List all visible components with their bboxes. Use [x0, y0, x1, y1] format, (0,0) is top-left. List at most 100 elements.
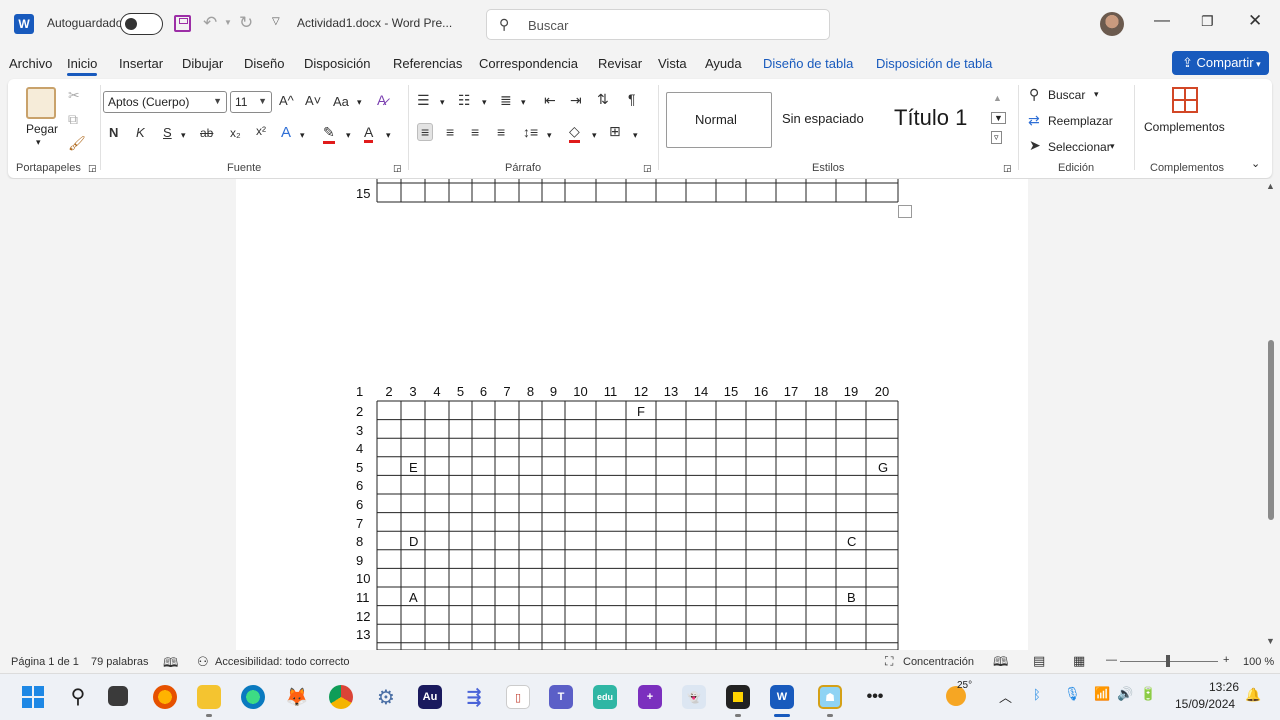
align-center-icon[interactable]: ≡ — [446, 124, 454, 140]
search-icon[interactable]: ⚲ — [66, 684, 90, 708]
text-effects-icon[interactable]: A — [281, 124, 291, 141]
word-count[interactable]: 79 palabras — [91, 656, 149, 668]
replace-button[interactable]: Reemplazar — [1048, 114, 1113, 128]
tab-vista[interactable]: Vista — [658, 56, 687, 71]
zoom-slider-thumb[interactable] — [1166, 655, 1170, 667]
restore-icon[interactable]: ❐ — [1201, 13, 1214, 30]
page-count[interactable]: Página 1 de 1 — [11, 656, 79, 668]
accessibility-status[interactable]: Accesibilidad: todo correcto — [215, 656, 350, 668]
numbering-icon[interactable]: ☷ — [458, 92, 471, 109]
shrink-font-icon[interactable]: A˅ — [305, 93, 321, 108]
accessibility-icon[interactable]: ⚇ — [197, 654, 209, 670]
weather-temp[interactable]: 25° — [957, 680, 972, 691]
tab-revisar[interactable]: Revisar — [598, 56, 642, 71]
chevron-down-icon[interactable]: ▾ — [1094, 89, 1099, 100]
select-icon[interactable]: ➤ — [1029, 137, 1041, 154]
tab-inicio[interactable]: Inicio — [67, 56, 98, 76]
sort-icon[interactable]: ⇅ — [597, 91, 609, 108]
minimize-icon[interactable]: — — [1154, 12, 1170, 30]
zoom-in-icon[interactable]: + — [1223, 654, 1229, 666]
font-name-select[interactable]: Aptos (Cuerpo) ▼ — [103, 91, 227, 113]
add-ins-icon[interactable] — [1172, 87, 1198, 113]
tab-dibujar[interactable]: Dibujar — [182, 56, 223, 71]
bold-button[interactable]: N — [109, 125, 118, 140]
grow-font-icon[interactable]: A^ — [279, 93, 294, 108]
paste-button[interactable]: Pegar — [26, 122, 58, 136]
firefox-icon[interactable] — [153, 685, 177, 709]
subscript-button[interactable]: x₂ — [230, 126, 241, 140]
dialog-launcher-icon[interactable]: ◲ — [88, 163, 97, 174]
notifications-icon[interactable]: 🔔 — [1245, 687, 1261, 703]
chevron-down-icon[interactable]: ▾ — [547, 130, 552, 141]
chevron-down-icon[interactable]: ▾ — [592, 130, 597, 141]
word-taskbar-icon[interactable]: W — [770, 685, 794, 709]
tray-overflow-icon[interactable]: ︿ — [999, 687, 1012, 706]
italic-button[interactable]: K — [136, 125, 145, 140]
reader-icon[interactable]: ▯ — [506, 685, 530, 709]
style-titulo-1[interactable]: Título 1 — [888, 92, 988, 148]
clipchamp-icon[interactable]: + — [638, 685, 662, 709]
print-layout-icon[interactable]: ▤ — [1033, 653, 1045, 669]
tab-archivo[interactable]: Archivo — [9, 56, 52, 71]
chevron-down-icon[interactable]: ▾ — [181, 130, 186, 141]
copy-icon[interactable]: ⧉ — [68, 111, 78, 128]
teams-icon[interactable]: T — [549, 685, 573, 709]
underline-button[interactable]: S — [163, 125, 172, 140]
chevron-down-icon[interactable]: ▾ — [357, 97, 362, 108]
tab-ayuda[interactable]: Ayuda — [705, 56, 742, 71]
web-layout-icon[interactable]: ▦ — [1073, 653, 1085, 669]
format-painter-icon[interactable]: 🖌 — [68, 135, 86, 152]
chevron-down-icon[interactable]: ▾ — [521, 97, 526, 108]
font-size-select[interactable]: 11 ▼ — [230, 91, 272, 113]
superscript-button[interactable]: x² — [256, 124, 266, 138]
scroll-down-icon[interactable]: ▼ — [1266, 636, 1275, 646]
chrome-icon[interactable] — [329, 685, 353, 709]
style-normal[interactable]: Normal — [666, 92, 772, 148]
collapse-ribbon-icon[interactable]: ⌄ — [1251, 157, 1260, 170]
focus-mode[interactable]: Concentración — [903, 656, 974, 668]
tab-insertar[interactable]: Insertar — [119, 56, 163, 71]
edge-icon[interactable] — [241, 685, 265, 709]
decrease-indent-icon[interactable]: ⇤ — [544, 92, 556, 109]
focus-icon[interactable]: ⛶ — [885, 654, 893, 669]
close-icon[interactable]: ✕ — [1248, 11, 1262, 31]
cut-icon[interactable]: ✂ — [68, 87, 80, 104]
ghost-app-icon[interactable]: 👻 — [682, 685, 706, 709]
zoom-out-icon[interactable]: — — [1106, 654, 1117, 666]
find-icon[interactable]: ⚲ — [1029, 86, 1039, 103]
sticky-app-icon[interactable] — [726, 685, 750, 709]
bullets-icon[interactable]: ☰ — [417, 92, 430, 109]
redo-icon[interactable]: ↻ — [239, 13, 253, 33]
chevron-down-icon[interactable]: ▾ — [482, 97, 487, 108]
select-button[interactable]: Seleccionar — [1048, 140, 1111, 154]
zoom-level[interactable]: 100 % — [1243, 656, 1274, 668]
dialog-launcher-icon[interactable]: ◲ — [1003, 163, 1012, 174]
chevron-down-icon[interactable]: ▾ — [346, 130, 351, 141]
wifi-icon[interactable]: 📶 — [1094, 686, 1110, 702]
chevron-down-icon[interactable]: ▾ — [633, 130, 638, 141]
read-mode-icon[interactable]: 🕮 — [993, 653, 1008, 675]
volume-icon[interactable]: 🔊 — [1117, 686, 1133, 702]
paste-icon[interactable] — [26, 87, 56, 119]
chevron-down-icon[interactable]: ▾ — [1110, 141, 1115, 152]
style-sin-espaciado[interactable]: Sin espaciado — [778, 92, 878, 148]
strikethrough-button[interactable]: ab — [200, 126, 213, 140]
battery-icon[interactable]: 🔋 — [1140, 686, 1156, 702]
autosave-toggle[interactable] — [120, 13, 163, 35]
task-view-icon[interactable] — [108, 686, 128, 706]
chevron-down-icon[interactable]: ▾ — [386, 130, 391, 141]
microphone-icon[interactable]: 🎙 — [1064, 686, 1081, 702]
clock-time[interactable]: 13:26 — [1209, 680, 1239, 694]
find-button[interactable]: Buscar — [1048, 88, 1085, 102]
bluetooth-icon[interactable]: ᛒ — [1033, 687, 1041, 702]
photos-icon[interactable]: ☗ — [818, 685, 842, 709]
tab-referencias[interactable]: Referencias — [393, 56, 462, 71]
styles-scroll-down-icon[interactable]: ▼ — [991, 112, 1006, 124]
clock-date[interactable]: 15/09/2024 — [1175, 697, 1235, 711]
power-automate-icon[interactable]: ⇶ — [462, 685, 486, 709]
change-case-icon[interactable]: Aa — [333, 94, 349, 109]
font-color-icon[interactable]: A — [364, 124, 374, 143]
chevron-down-icon[interactable]: ▾ — [300, 130, 305, 141]
borders-icon[interactable]: ⊞ — [609, 123, 621, 140]
chevron-down-icon[interactable]: ▾ — [36, 137, 41, 148]
